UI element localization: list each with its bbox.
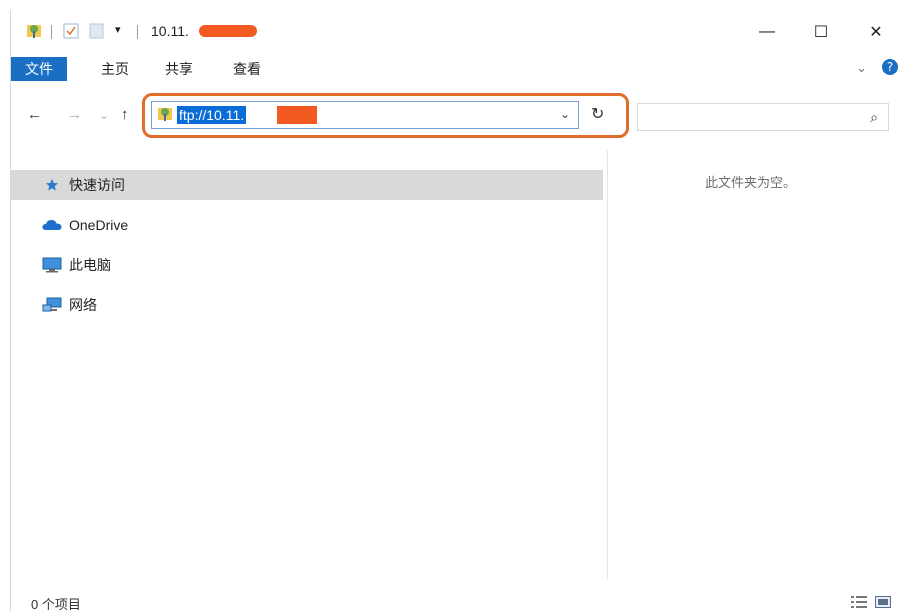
empty-folder-message: 此文件夹为空。: [705, 175, 797, 190]
minimize-icon: —: [759, 23, 775, 40]
maximize-button[interactable]: ☐: [798, 17, 844, 47]
forward-button[interactable]: →: [67, 106, 82, 123]
close-button[interactable]: ✕: [853, 17, 898, 47]
separator: [51, 25, 52, 39]
explorer-window: ▾ 10.11. — ☐ ✕ 文件 主页 共享 查看 ⌄ ? ← → ⌄ ↑ f…: [10, 10, 898, 612]
recent-locations-button[interactable]: ⌄: [99, 108, 109, 122]
refresh-button[interactable]: ↻: [591, 104, 604, 124]
sidebar-item-onedrive[interactable]: OneDrive: [11, 210, 603, 240]
address-dropdown-icon[interactable]: ⌄: [560, 107, 570, 121]
customize-toolbar-icon[interactable]: ▾: [115, 23, 121, 36]
network-icon: [41, 297, 63, 313]
navigation-pane: 快速访问 OneDrive 此电脑 网络: [11, 150, 607, 580]
sidebar-item-label: OneDrive: [69, 217, 129, 233]
cloud-icon: [41, 219, 63, 231]
window-title: 10.11.: [151, 23, 189, 39]
tab-share[interactable]: 共享: [159, 57, 199, 81]
close-icon: ✕: [869, 24, 883, 41]
new-folder-icon[interactable]: [89, 22, 105, 43]
redaction-mark: [199, 25, 257, 37]
search-icon: ⌕: [870, 109, 878, 125]
search-box[interactable]: ⌕: [637, 103, 889, 131]
help-icon[interactable]: ?: [881, 58, 898, 76]
ftp-folder-icon: [25, 22, 43, 43]
sidebar-item-quick-access[interactable]: 快速访问: [11, 170, 603, 200]
ribbon-tabs: 文件 主页 共享 查看 ⌄ ?: [11, 54, 898, 88]
star-icon: [41, 178, 63, 192]
svg-text:?: ?: [887, 60, 893, 74]
maximize-icon: ☐: [813, 24, 829, 41]
pane-splitter[interactable]: [607, 150, 608, 580]
navigation-bar: ← → ⌄ ↑ ftp://10.11. ⌄ ↻ ⌕: [11, 92, 898, 144]
details-view-icon[interactable]: [851, 595, 867, 609]
title-bar: ▾ 10.11. — ☐ ✕: [11, 10, 898, 52]
sidebar-item-network[interactable]: 网络: [11, 290, 603, 320]
sidebar-item-label: 网络: [69, 297, 97, 313]
separator: [137, 25, 138, 39]
redaction-mark: [277, 106, 317, 124]
tab-file[interactable]: 文件: [11, 57, 67, 81]
status-item-count: 0 个项目: [31, 597, 81, 612]
sidebar-item-label: 此电脑: [69, 257, 111, 273]
large-icons-view-icon[interactable]: [875, 595, 891, 609]
sidebar-item-this-pc[interactable]: 此电脑: [11, 250, 603, 280]
properties-checkbox-icon[interactable]: [63, 22, 79, 43]
sidebar-item-label: 快速访问: [69, 177, 125, 193]
up-button[interactable]: ↑: [121, 106, 129, 123]
tab-view[interactable]: 查看: [227, 57, 267, 81]
ftp-location-icon: [156, 105, 174, 126]
minimize-button[interactable]: —: [744, 17, 790, 47]
computer-icon: [41, 257, 63, 273]
address-value[interactable]: ftp://10.11.: [177, 106, 247, 124]
back-button[interactable]: ←: [27, 106, 42, 123]
tab-home[interactable]: 主页: [95, 57, 135, 81]
address-bar[interactable]: ftp://10.11. ⌄: [151, 101, 579, 129]
expand-ribbon-icon[interactable]: ⌄: [856, 60, 867, 76]
